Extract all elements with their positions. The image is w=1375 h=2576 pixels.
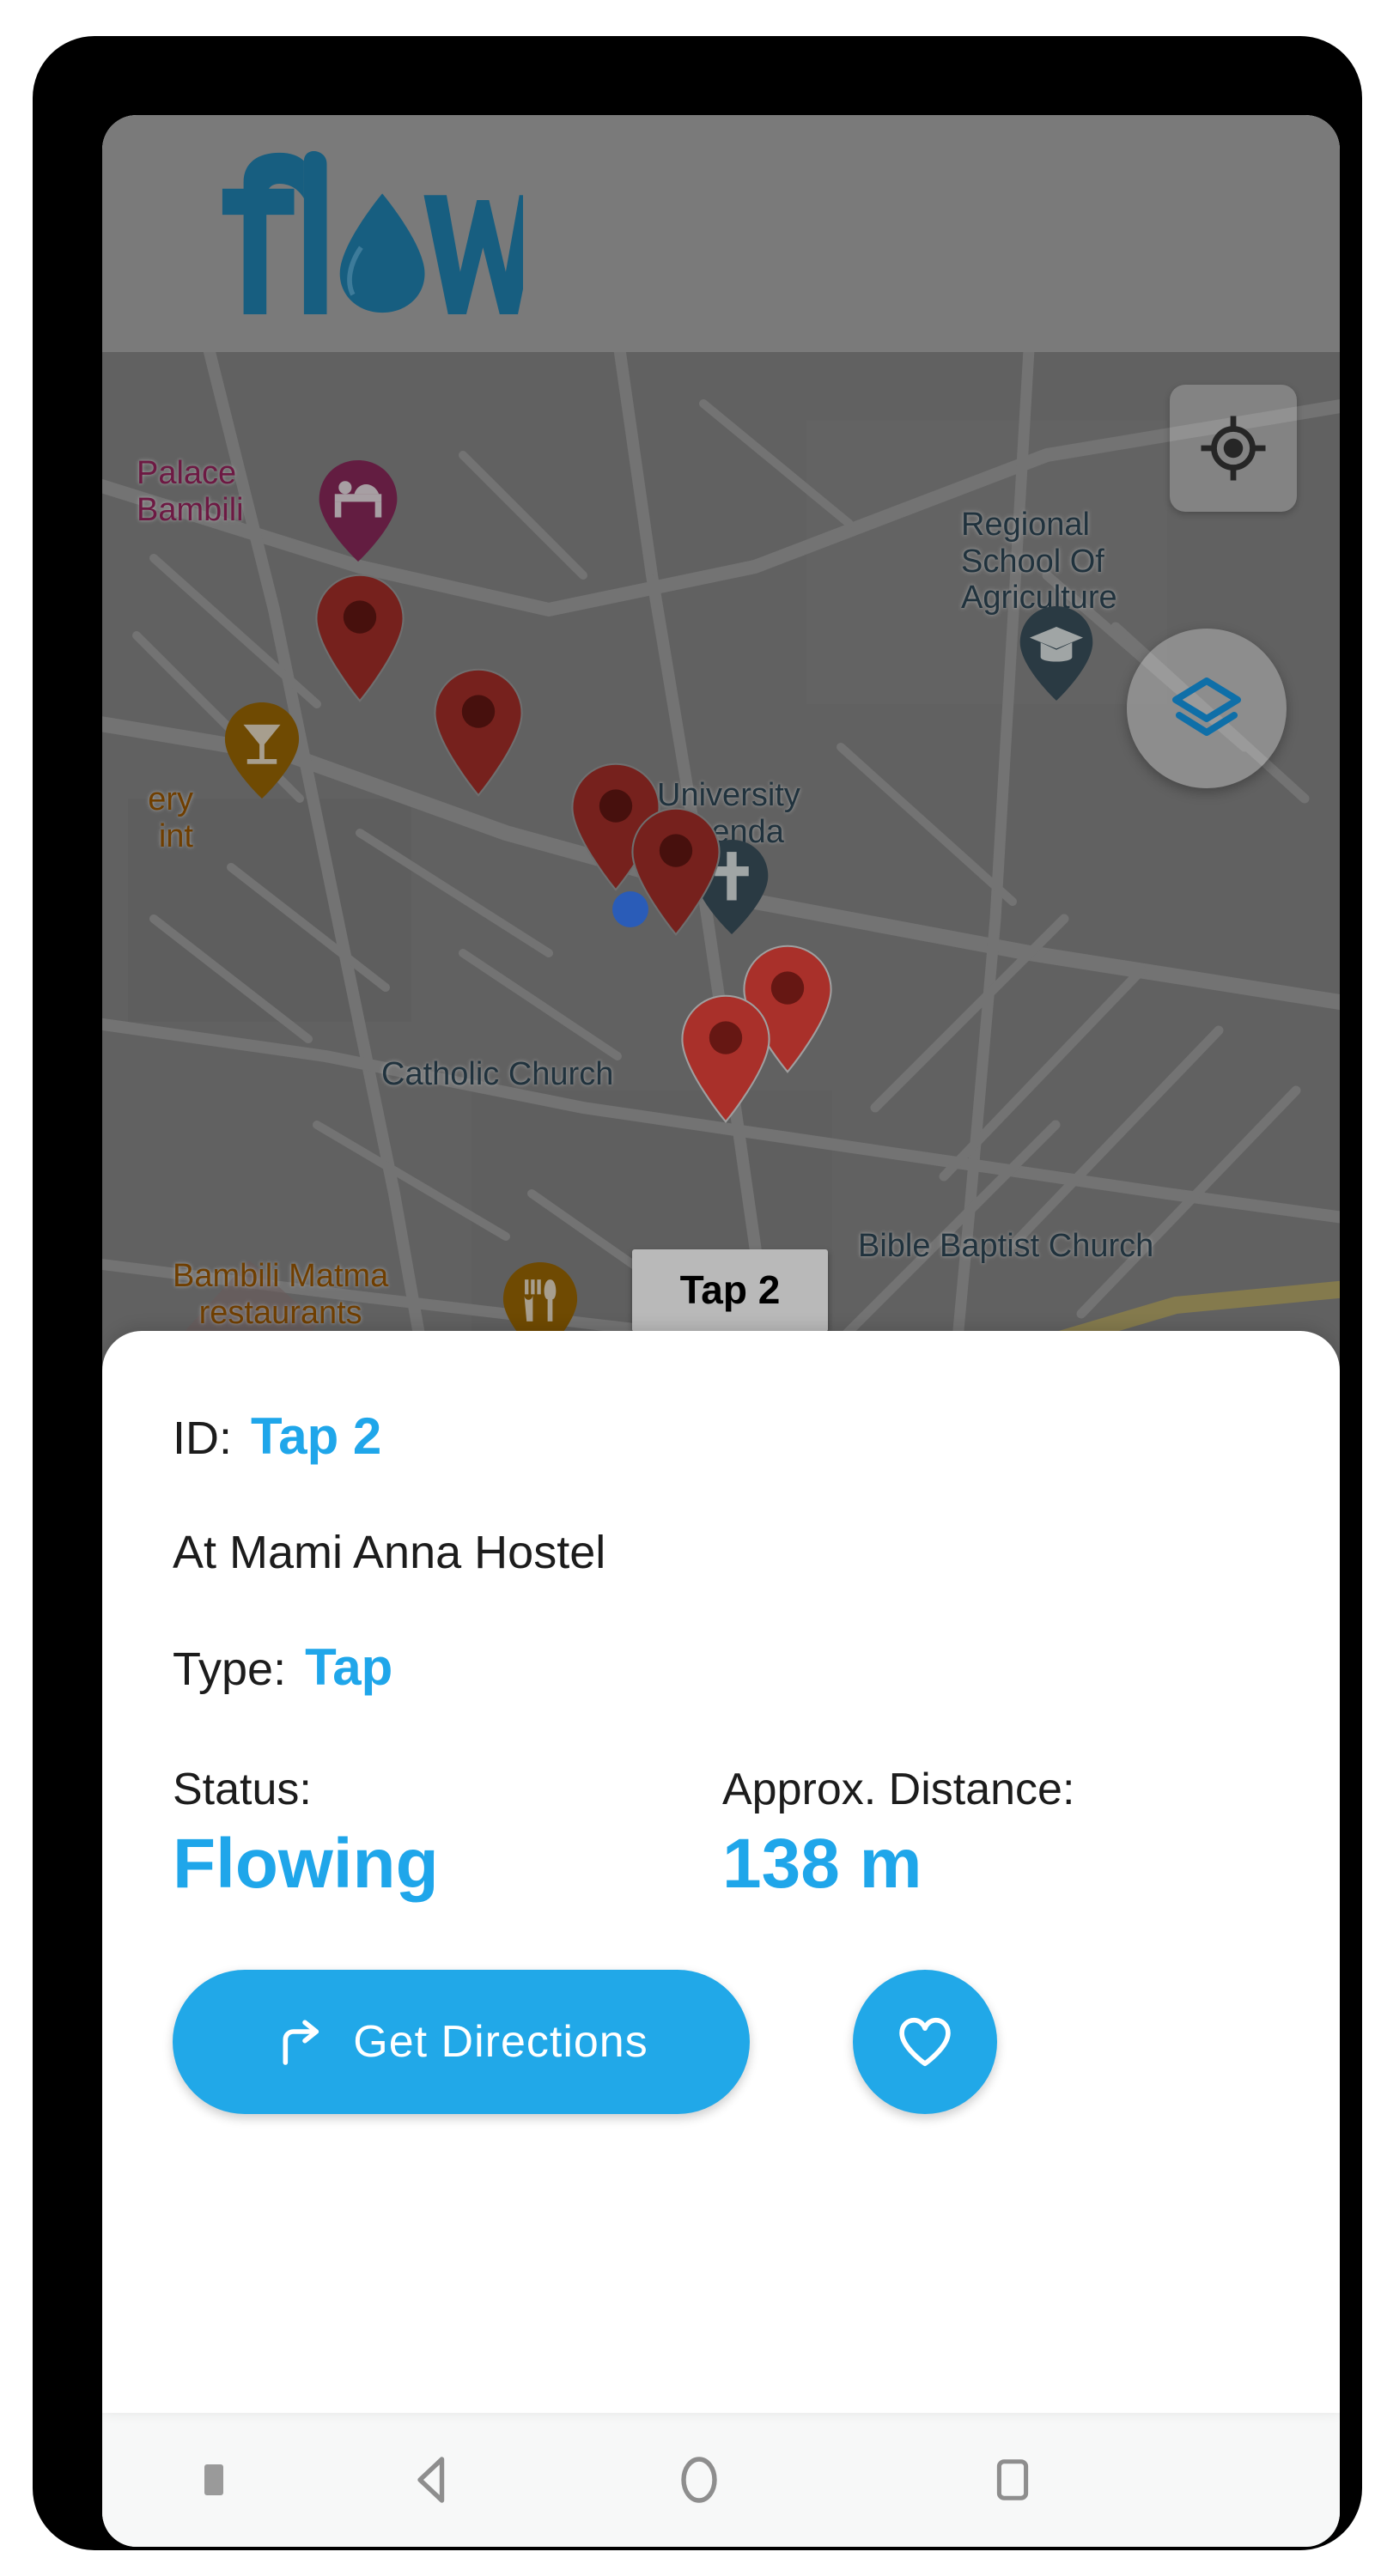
location-pin-icon — [681, 994, 770, 1123]
water-point-pin[interactable] — [433, 668, 524, 801]
layers-icon — [1172, 677, 1241, 736]
nav-recents-button[interactable] — [858, 2451, 1167, 2509]
map-pin-school[interactable] — [1019, 606, 1093, 705]
water-point-pin[interactable] — [680, 994, 771, 1127]
status-value: Flowing — [173, 1825, 439, 1903]
home-circle-icon — [681, 2457, 717, 2503]
my-location-button[interactable] — [1170, 385, 1297, 512]
app-bar — [102, 115, 1340, 352]
phone-screen: Palace Bambili Regional School Of Agricu… — [102, 115, 1340, 2547]
map-pin-hotel[interactable] — [319, 460, 398, 566]
type-row: Type: Tap — [173, 1637, 1269, 1697]
bed-icon — [319, 460, 398, 562]
location-pin-icon — [315, 574, 405, 702]
cocktail-icon — [224, 702, 300, 799]
get-directions-label: Get Directions — [353, 2017, 648, 2067]
map-pin-bar[interactable] — [224, 702, 300, 803]
status-label: Status: — [173, 1765, 312, 1814]
nav-back-button[interactable] — [325, 2449, 540, 2511]
get-directions-button[interactable]: Get Directions — [173, 1970, 750, 2114]
place-name: At Mami Anna Hostel — [173, 1527, 606, 1578]
map-label-palace-bambili: Palace Bambili — [137, 455, 244, 528]
back-triangle-icon — [417, 2457, 445, 2503]
map-label-bible-baptist: Bible Baptist Church — [858, 1228, 1154, 1264]
nav-dot-slot[interactable] — [102, 2464, 325, 2495]
map-layers-button[interactable] — [1127, 629, 1287, 788]
location-pin-icon — [434, 668, 523, 797]
heart-outline-icon — [899, 2017, 951, 2067]
nav-home-button[interactable] — [540, 2449, 858, 2511]
type-value: Tap — [305, 1638, 393, 1696]
flow-logo-svg — [222, 151, 543, 314]
water-point-detail-sheet: ID: Tap 2 At Mami Anna Hostel Type: Tap … — [102, 1331, 1340, 2413]
id-row: ID: Tap 2 — [173, 1406, 1269, 1466]
type-label: Type: — [173, 1643, 287, 1695]
turn-right-arrow-icon — [283, 2020, 319, 2065]
user-location-dot — [612, 891, 648, 927]
id-value: Tap 2 — [251, 1407, 382, 1465]
android-navigation-bar — [102, 2413, 1340, 2547]
phone-frame: Palace Bambili Regional School Of Agricu… — [33, 36, 1362, 2550]
map-label-regional-school: Regional School Of Agriculture — [961, 507, 1117, 617]
info-window-title: Tap 2 — [632, 1249, 828, 1332]
crosshair-icon — [1201, 416, 1266, 481]
stats-row: Status: Flowing Approx. Distance: 138 m — [173, 1764, 1269, 1899]
graduation-cap-icon — [1019, 606, 1093, 701]
water-point-pin[interactable] — [314, 574, 405, 707]
map-label-brewery-point: ery int — [148, 781, 193, 854]
action-buttons: Get Directions — [173, 1970, 1269, 2114]
square-dot-icon — [204, 2464, 223, 2495]
map-label-catholic-church: Catholic Church — [381, 1056, 614, 1092]
distance-stat: Approx. Distance: 138 m — [722, 1764, 1074, 1899]
flow-logo — [179, 151, 543, 314]
map-view[interactable]: Palace Bambili Regional School Of Agricu… — [102, 352, 1340, 1468]
id-label: ID: — [173, 1413, 233, 1464]
status-stat: Status: Flowing — [173, 1764, 722, 1899]
distance-label: Approx. Distance: — [722, 1765, 1075, 1814]
recents-square-icon — [996, 2459, 1029, 2500]
favorite-button[interactable] — [853, 1970, 997, 2114]
map-label-bambili-matma: Bambili Matma restaurants — [173, 1258, 389, 1331]
distance-value: 138 m — [722, 1825, 922, 1903]
